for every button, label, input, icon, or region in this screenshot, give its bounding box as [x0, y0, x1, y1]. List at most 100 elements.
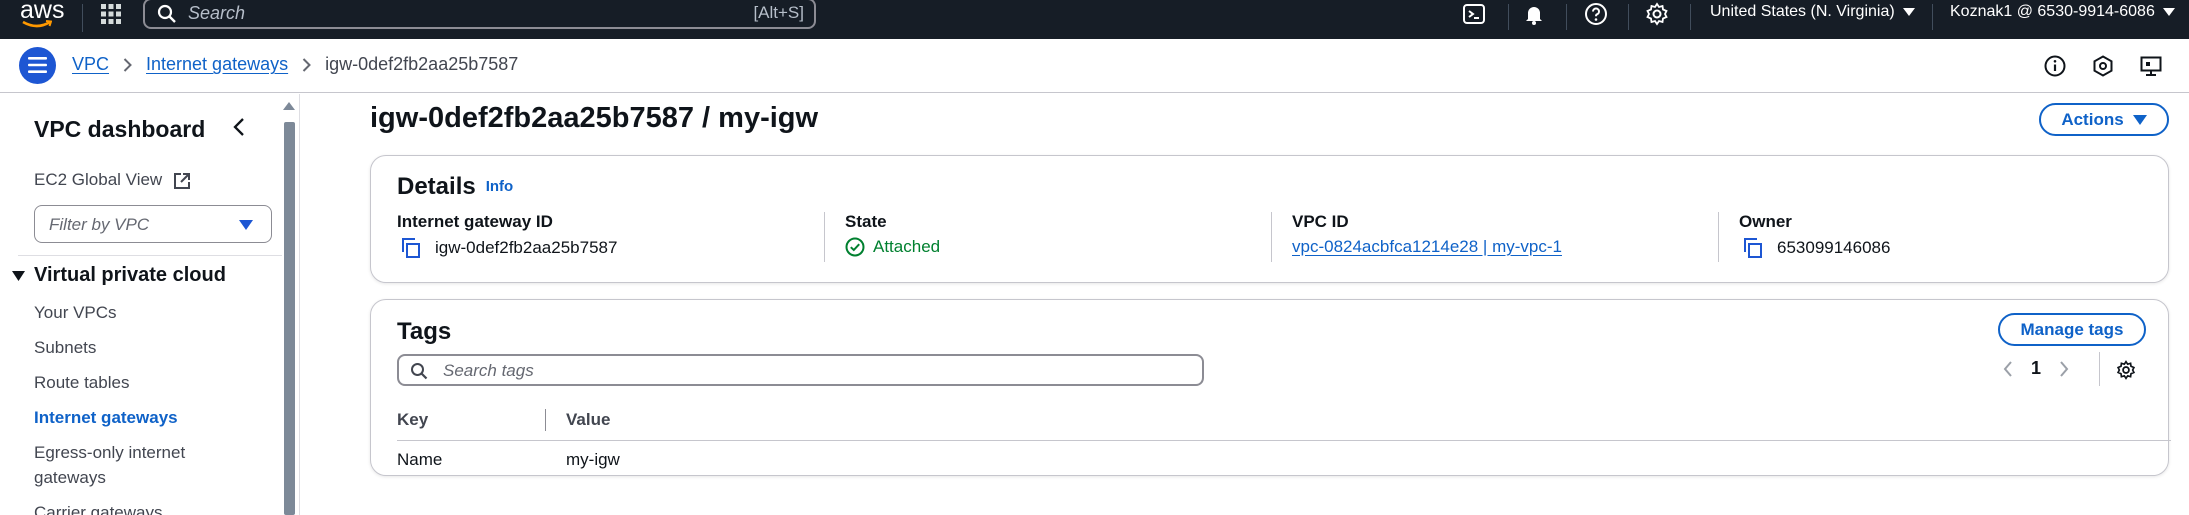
side-navigation-toggle[interactable] — [19, 47, 56, 84]
breadcrumb-vpc[interactable]: VPC — [72, 54, 109, 75]
tags-panel: Tags Manage tags Search tags 1 Key Value… — [370, 299, 2171, 476]
global-search-input[interactable]: Search [Alt+S] — [143, 0, 816, 29]
cloudshell-icon[interactable] — [1462, 2, 1486, 26]
help-icon[interactable] — [1584, 2, 1608, 26]
vpc-id-link[interactable]: vpc-0824acbfca1214e28 | my-vpc-1 — [1292, 237, 1562, 257]
sidebar-item-internet-gateways[interactable]: Internet gateways — [34, 405, 178, 430]
detail-label: Internet gateway ID — [397, 212, 553, 231]
settings-icon[interactable] — [1645, 2, 1669, 26]
column-divider — [1718, 212, 1719, 262]
caret-down-icon — [239, 220, 253, 230]
scroll-up-arrow-icon — [283, 102, 295, 110]
detail-label: VPC ID — [1292, 212, 1349, 231]
caret-down-icon — [1902, 8, 1915, 16]
breadcrumb: VPC Internet gateways igw-0def2fb2aa25b7… — [72, 54, 518, 75]
sidebar-item-egress-only-internet-gateways[interactable]: Egress-only internet gateways — [34, 440, 234, 490]
check-circle-icon — [845, 237, 865, 257]
breadcrumb-current: igw-0def2fb2aa25b7587 — [325, 54, 519, 74]
info-link[interactable]: Info — [486, 178, 514, 195]
details-heading: Details Info — [397, 173, 513, 201]
sidebar-collapse-button[interactable] — [233, 117, 245, 137]
chevron-left-icon — [233, 118, 244, 136]
detail-vpc-id: VPC ID vpc-0824acbfca1214e28 | my-vpc-1 — [1292, 212, 1712, 262]
pagination: 1 — [2003, 358, 2069, 379]
page-number[interactable]: 1 — [2031, 358, 2041, 379]
scrollbar-thumb[interactable] — [284, 122, 295, 515]
breadcrumb-internet-gateways[interactable]: Internet gateways — [146, 54, 288, 75]
column-divider — [824, 212, 825, 262]
nav-divider — [1508, 4, 1509, 30]
search-icon — [411, 363, 428, 380]
filter-placeholder: Filter by VPC — [49, 215, 150, 234]
pagination-divider — [2099, 352, 2100, 386]
caret-down-icon — [12, 270, 25, 281]
region-label: United States (N. Virginia) — [1710, 3, 1895, 20]
search-icon — [157, 4, 177, 24]
filter-by-vpc-select[interactable]: Filter by VPC — [34, 205, 272, 243]
hamburger-icon — [28, 57, 47, 73]
detail-label: Owner — [1739, 212, 1792, 231]
detail-state: State Attached — [845, 212, 1245, 262]
top-navigation: aws Search [Alt+S] United States (N. Vir… — [0, 0, 2189, 39]
column-header-value[interactable]: Value — [566, 410, 610, 430]
table-header-divider — [397, 440, 2171, 441]
column-divider — [1271, 212, 1272, 262]
apps-icon[interactable] — [99, 2, 123, 26]
detail-value-row: vpc-0824acbfca1214e28 | my-vpc-1 — [1292, 237, 1562, 257]
presentation-icon[interactable] — [2139, 54, 2163, 78]
account-label: Koznak1 @ 6530-9914-6086 — [1950, 3, 2155, 20]
search-shortcut: [Alt+S] — [753, 3, 804, 22]
notifications-icon[interactable] — [1522, 2, 1546, 26]
sidebar-title[interactable]: VPC dashboard — [34, 116, 205, 143]
detail-owner: Owner 653099146086 — [1739, 212, 2139, 262]
nav-divider — [1566, 4, 1567, 30]
sidebar-item-ec2-global-view[interactable]: EC2 Global View — [34, 170, 191, 190]
nav-divider — [82, 4, 83, 32]
tags-heading: Tags — [397, 318, 452, 345]
aws-logo[interactable]: aws — [18, 0, 64, 32]
sidebar-item-your-vpcs[interactable]: Your VPCs — [34, 300, 117, 325]
detail-value: 653099146086 — [1777, 238, 1891, 257]
search-tags-placeholder: Search tags — [443, 361, 534, 380]
sidebar-item-route-tables[interactable]: Route tables — [34, 370, 129, 395]
detail-internet-gateway-id: Internet gateway ID igw-0def2fb2aa25b758… — [397, 212, 797, 262]
preferences-gear-icon[interactable] — [2116, 360, 2136, 380]
breadcrumb-bar: VPC Internet gateways igw-0def2fb2aa25b7… — [0, 39, 2189, 93]
sidebar-item-subnets[interactable]: Subnets — [34, 335, 96, 360]
nav-divider — [1690, 4, 1691, 30]
detail-value: Attached — [873, 237, 941, 256]
account-menu[interactable]: Koznak1 @ 6530-9914-6086 — [1950, 3, 2175, 21]
nav-divider — [1932, 4, 1933, 30]
copy-icon[interactable] — [1743, 237, 1763, 259]
sidebar-item-label: EC2 Global View — [34, 170, 163, 189]
caret-down-icon — [2132, 114, 2147, 125]
column-header-key[interactable]: Key — [397, 410, 428, 430]
sidebar-item-carrier-gateways[interactable]: Carrier gateways — [34, 500, 163, 515]
copy-icon[interactable] — [401, 237, 421, 259]
actions-label: Actions — [2061, 109, 2124, 129]
column-resizer[interactable] — [545, 409, 546, 431]
chevron-right-icon — [123, 57, 132, 72]
caret-down-icon — [2162, 8, 2175, 16]
search-placeholder: Search — [188, 3, 246, 23]
table-cell-key: Name — [397, 450, 443, 469]
nav-divider — [1628, 4, 1629, 30]
sidebar-section-virtual-private-cloud[interactable]: Virtual private cloud — [12, 264, 226, 287]
chevron-left-icon[interactable] — [2003, 360, 2013, 377]
detail-value-row: 653099146086 — [1743, 237, 1890, 259]
details-heading-text: Details — [397, 173, 476, 200]
sidebar-section-label: Virtual private cloud — [34, 264, 226, 286]
page-title: igw-0def2fb2aa25b7587 / my-igw — [370, 102, 819, 134]
details-panel: Details Info Internet gateway ID igw-0def… — [370, 155, 2169, 283]
hexagon-icon[interactable] — [2091, 54, 2115, 78]
detail-label: State — [845, 212, 887, 231]
manage-tags-button[interactable]: Manage tags — [1998, 313, 2146, 346]
chevron-right-icon[interactable] — [2059, 360, 2069, 377]
search-tags-input[interactable]: Search tags — [397, 354, 1204, 386]
region-selector[interactable]: United States (N. Virginia) — [1710, 3, 1915, 21]
chevron-right-icon — [302, 57, 312, 72]
info-panel-icon[interactable] — [2043, 54, 2067, 78]
sidebar-divider — [18, 255, 282, 256]
actions-button[interactable]: Actions — [2039, 103, 2169, 136]
external-link-icon — [173, 172, 190, 189]
